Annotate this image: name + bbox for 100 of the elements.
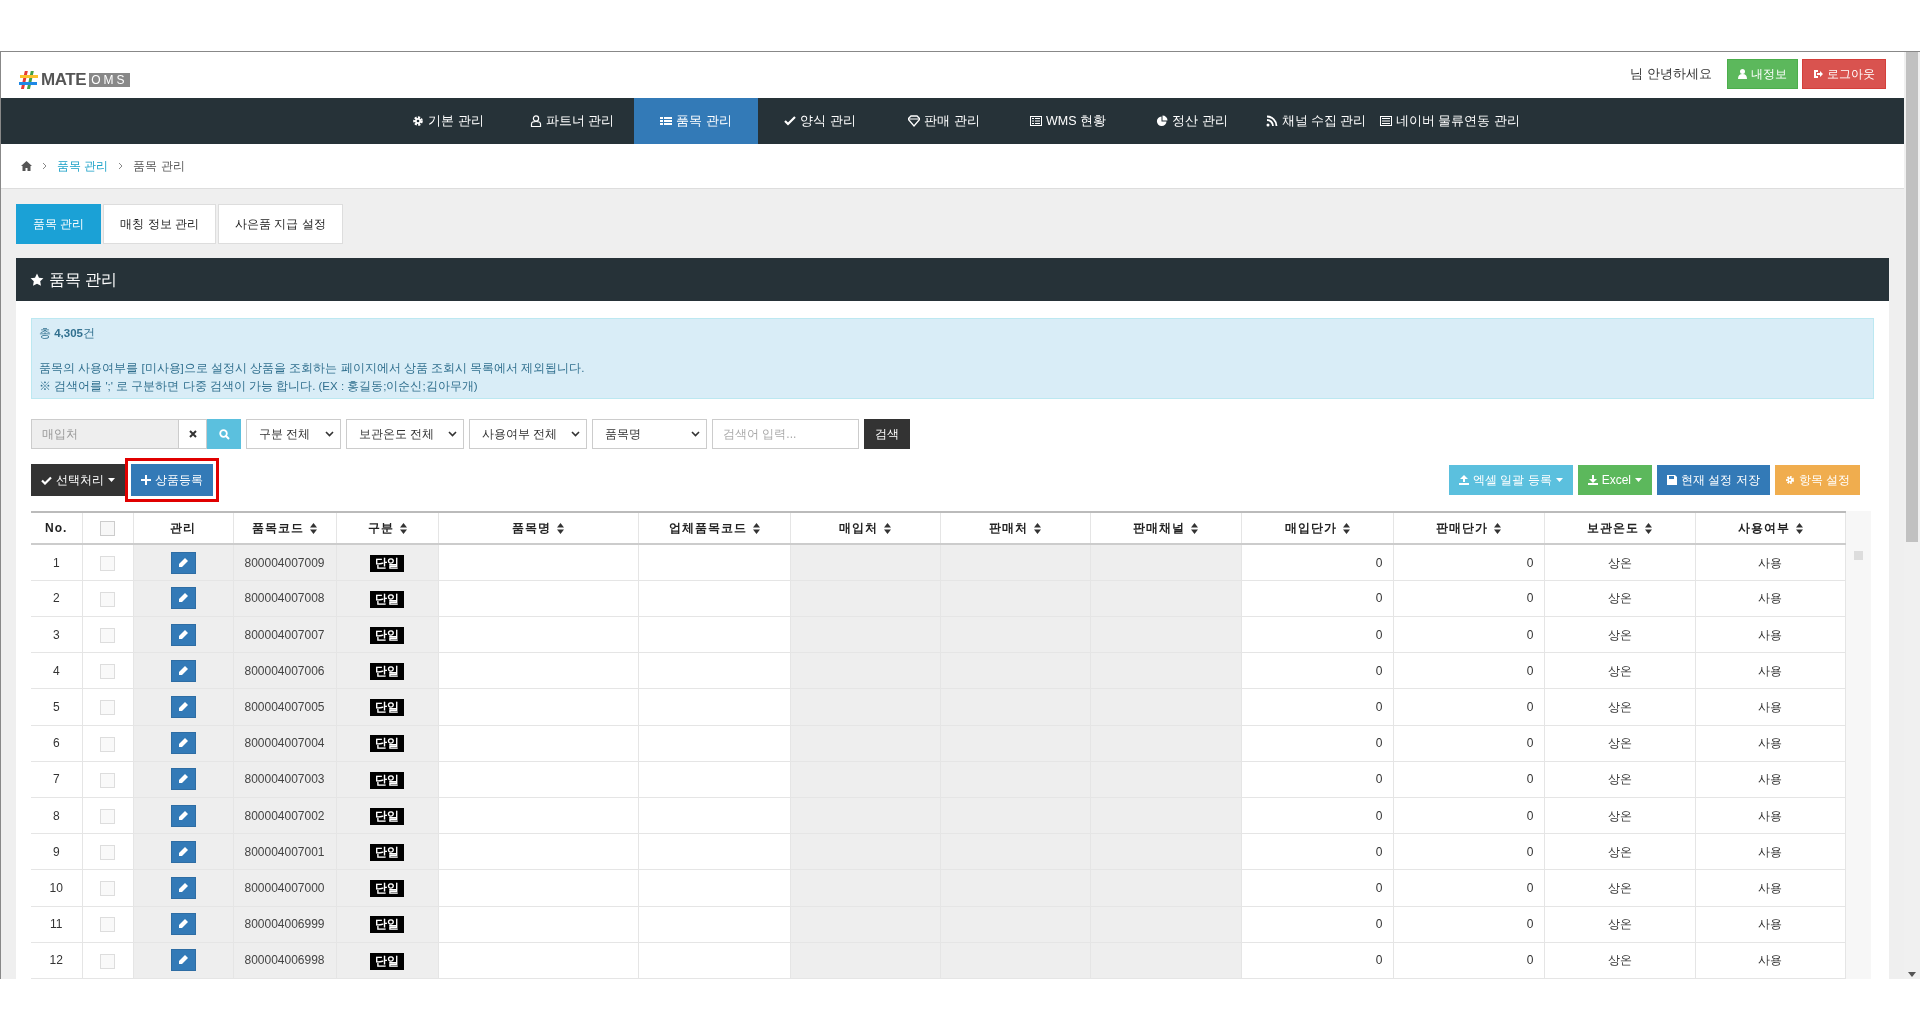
table-cell: 0 (1241, 906, 1393, 943)
logo-text: OMS (89, 73, 130, 87)
table-cell: 0 (1393, 544, 1544, 581)
sortable-column-header[interactable]: 판매처 (940, 512, 1090, 545)
sortable-column-header[interactable]: 업체품목코드 (638, 512, 790, 545)
supplier-field[interactable]: 매입처 (31, 419, 179, 449)
table-cell: 0 (1241, 688, 1393, 726)
caret-down-icon (1555, 478, 1563, 482)
type-tag: 단일 (370, 590, 404, 608)
clear-button[interactable] (179, 419, 207, 449)
filter-dropdown[interactable]: 품목명 (592, 419, 707, 449)
table-cell: 0 (1241, 869, 1393, 907)
table-cell: 사용 (1695, 580, 1845, 617)
nav-tab[interactable]: 채널 수집 관리 (1254, 98, 1378, 144)
sort-icon (884, 522, 891, 534)
search-field[interactable]: 검색어 입력... (712, 419, 859, 449)
row-checkbox[interactable] (100, 772, 115, 788)
sortable-column-header[interactable]: 보관온도 (1544, 512, 1695, 545)
pencil-icon (178, 882, 188, 893)
edit-button[interactable] (170, 696, 196, 718)
row-checkbox[interactable] (100, 845, 115, 861)
filter-dropdown[interactable]: 구분 전체 (246, 419, 341, 449)
info-text: ※ 검색어를 ';' 로 구분하면 다중 검색이 가능 합니다. (EX : 홍길동;이순신;김아무개) (39, 379, 479, 394)
bulk-action-button[interactable]: 선택처리 (31, 464, 125, 496)
row-checkbox[interactable] (100, 917, 115, 933)
edit-button[interactable] (170, 587, 196, 610)
table-cell: 상온 (1544, 797, 1695, 834)
sortable-column-header[interactable]: 판매단가 (1393, 512, 1544, 545)
sortable-column-header[interactable]: 매입단가 (1241, 512, 1393, 545)
edit-button[interactable] (170, 659, 196, 682)
row-checkbox[interactable] (100, 953, 115, 969)
add-product-button[interactable]: 상품등록 (131, 464, 213, 496)
edit-button[interactable] (170, 551, 196, 574)
sortable-column-header[interactable]: 판매채널 (1090, 512, 1241, 545)
type-tag: 단일 (370, 699, 404, 717)
scroll-thumb[interactable] (1853, 551, 1863, 560)
edit-button[interactable] (170, 913, 196, 936)
sort-icon (1494, 522, 1501, 534)
search-submit-button[interactable]: 검색 (864, 419, 910, 449)
filter-dropdown[interactable]: 사용여부 전체 (469, 419, 587, 449)
table-cell: 사용 (1695, 833, 1845, 870)
edit-button[interactable] (170, 840, 196, 863)
table-cell: 0 (1393, 869, 1544, 907)
page-scrollbar[interactable] (1904, 52, 1920, 979)
table-cell: 0 (1393, 906, 1544, 943)
nav-tab[interactable]: WMS 현황 (1006, 98, 1130, 144)
chevron-down-icon (325, 431, 334, 437)
table-cell: 0 (1393, 652, 1544, 689)
logout-button[interactable]: 로그아웃 (1802, 59, 1886, 89)
sortable-column-header[interactable]: 품목코드 (233, 512, 336, 545)
home-icon[interactable] (21, 161, 32, 171)
row-checkbox[interactable] (100, 591, 115, 607)
table-cell: 상온 (1544, 942, 1695, 979)
logo-text: MATE (41, 69, 87, 92)
row-number: 3 (31, 616, 82, 653)
nav-tab[interactable]: 네이버 물류연동 관리 (1378, 98, 1522, 144)
table-cell: 800004006999 (233, 906, 336, 943)
caret-down-icon (1635, 478, 1642, 482)
edit-button[interactable] (170, 768, 196, 791)
row-checkbox[interactable] (100, 700, 115, 716)
table-cell: 0 (1393, 616, 1544, 653)
sortable-column-header[interactable]: 매입처 (790, 512, 940, 545)
nav-tab[interactable]: 양식 관리 (758, 98, 882, 144)
type-tag: 단일 (370, 771, 404, 789)
scroll-down-icon[interactable] (1908, 972, 1916, 977)
row-checkbox[interactable] (100, 627, 115, 643)
edit-button[interactable] (170, 623, 196, 646)
scroll-thumb[interactable] (1906, 52, 1918, 542)
row-checkbox[interactable] (100, 736, 115, 752)
nav-tab[interactable]: 파트너 관리 (510, 98, 634, 144)
table-cell: 0 (1393, 761, 1544, 798)
nav-tab[interactable]: 품목 관리 (634, 98, 758, 144)
edit-button[interactable] (170, 732, 196, 755)
table-cell: 상온 (1544, 869, 1695, 907)
row-checkbox[interactable] (100, 881, 115, 897)
table-cell: 사용 (1695, 652, 1845, 689)
edit-button[interactable] (170, 949, 196, 972)
table-scrollbar[interactable] (1845, 511, 1871, 979)
tab[interactable]: 매칭 정보 관리 (103, 204, 216, 244)
save-settings-button[interactable]: 현재 설정 저장 (1657, 465, 1770, 495)
row-checkbox[interactable] (100, 808, 115, 824)
tab[interactable]: 사은품 지급 설정 (218, 204, 343, 244)
row-checkbox[interactable] (100, 664, 115, 680)
list-alt-icon (1030, 115, 1042, 127)
sort-icon (399, 522, 407, 534)
sortable-column-header[interactable]: 구분 (336, 512, 438, 545)
table-cell: 800004007004 (233, 725, 336, 762)
filter-dropdown[interactable]: 보관온도 전체 (346, 419, 464, 449)
row-checkbox[interactable] (100, 555, 115, 571)
sortable-column-header[interactable]: 품목명 (438, 512, 638, 545)
nav-tab[interactable]: 판매 관리 (882, 98, 1006, 144)
sortable-column-header[interactable]: 사용여부 (1695, 512, 1845, 545)
sort-icon (1034, 522, 1041, 534)
nav-tab[interactable]: 기본 관리 (386, 98, 510, 144)
nav-tab[interactable]: 정산 관리 (1130, 98, 1254, 144)
table-cell: 상온 (1544, 906, 1695, 943)
logo[interactable]: MATE OMS (19, 67, 130, 93)
select-all-checkbox[interactable] (100, 521, 115, 537)
edit-button[interactable] (170, 876, 196, 899)
edit-button[interactable] (170, 804, 196, 827)
